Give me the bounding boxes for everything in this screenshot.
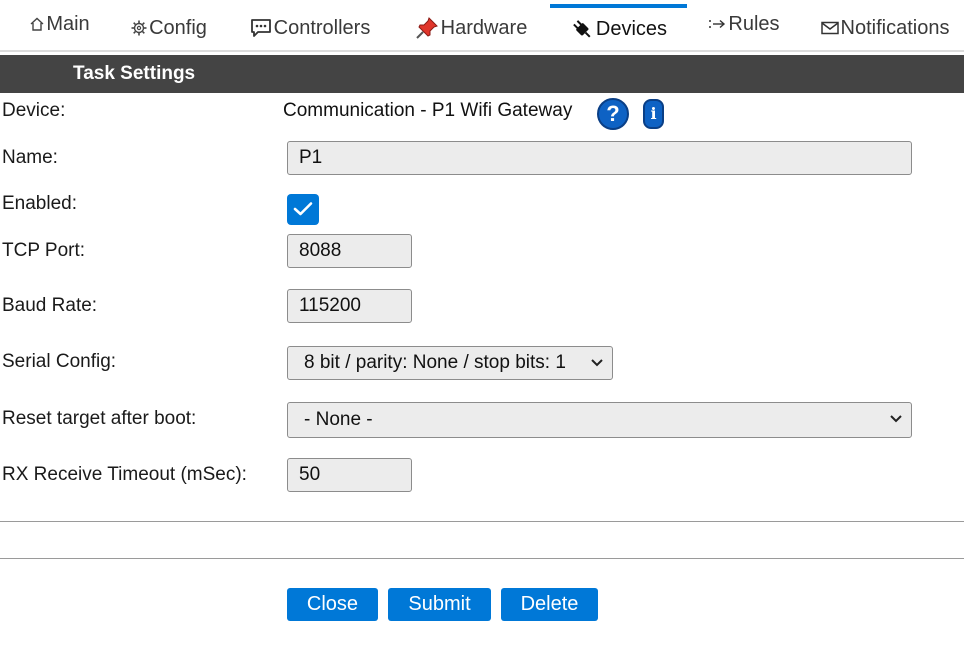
tab-bar-baseline [0,50,964,52]
tab-main-label: Main [46,12,90,35]
plug-icon [570,17,594,41]
divider-bottom [0,558,964,559]
tab-config[interactable]: Config [122,6,216,50]
enabled-label: Enabled: [2,193,78,214]
tab-hardware-label: Hardware [440,16,528,39]
tab-config-label: Config [149,16,207,39]
device-value: Communication - P1 Wifi Gateway [283,100,573,121]
serial-config-label: Serial Config: [2,351,117,372]
divider-top [0,521,964,522]
tab-notifications[interactable]: Notifications [812,6,958,50]
tab-rules[interactable]: Rules [700,2,788,46]
tab-controllers[interactable]: Controllers [240,6,380,50]
device-label: Device: [2,100,66,121]
info-icon[interactable]: i [643,99,664,129]
serial-config-value: 8 bit / parity: None / stop bits: 1 [304,352,566,373]
checkmark-icon [293,202,313,216]
tab-devices[interactable]: Devices [550,4,687,50]
reset-target-label: Reset target after boot: [2,408,197,429]
rx-timeout-input[interactable]: 50 [287,458,412,492]
name-input[interactable]: P1 [287,141,912,175]
name-label: Name: [2,147,58,168]
reset-target-value: - None - [304,409,373,430]
tab-notifications-label: Notifications [840,16,950,39]
submit-button[interactable]: Submit [388,588,491,621]
close-button[interactable]: Close [287,588,378,621]
help-icon[interactable]: ? [597,98,629,130]
envelope-icon [820,21,839,35]
serial-config-select[interactable]: 8 bit / parity: None / stop bits: 1 [287,346,613,380]
tab-rules-label: Rules [728,12,780,35]
pushpin-icon [415,16,439,40]
tab-bar: Main Config Controllers Hardware Devices… [0,0,964,52]
tab-main[interactable]: Main [20,2,100,46]
reset-target-select[interactable]: - None - [287,402,912,438]
tab-devices-label: Devices [595,17,668,40]
tab-controllers-label: Controllers [273,16,371,39]
baud-rate-label: Baud Rate: [2,295,98,316]
home-icon [30,17,44,31]
chevron-down-icon [890,415,902,423]
chevron-down-icon [591,359,603,367]
tcp-port-label: TCP Port: [2,240,86,261]
speech-bubble-icon [250,18,272,38]
arrow-right-icon [708,18,726,30]
baud-rate-input[interactable]: 115200 [287,289,412,323]
delete-button[interactable]: Delete [501,588,598,621]
section-header: Task Settings [0,55,964,93]
tcp-port-input[interactable]: 8088 [287,234,412,268]
rx-timeout-label: RX Receive Timeout (mSec): [2,464,247,485]
enabled-checkbox[interactable] [287,194,319,225]
gear-icon [131,20,147,36]
tab-hardware[interactable]: Hardware [406,6,536,50]
